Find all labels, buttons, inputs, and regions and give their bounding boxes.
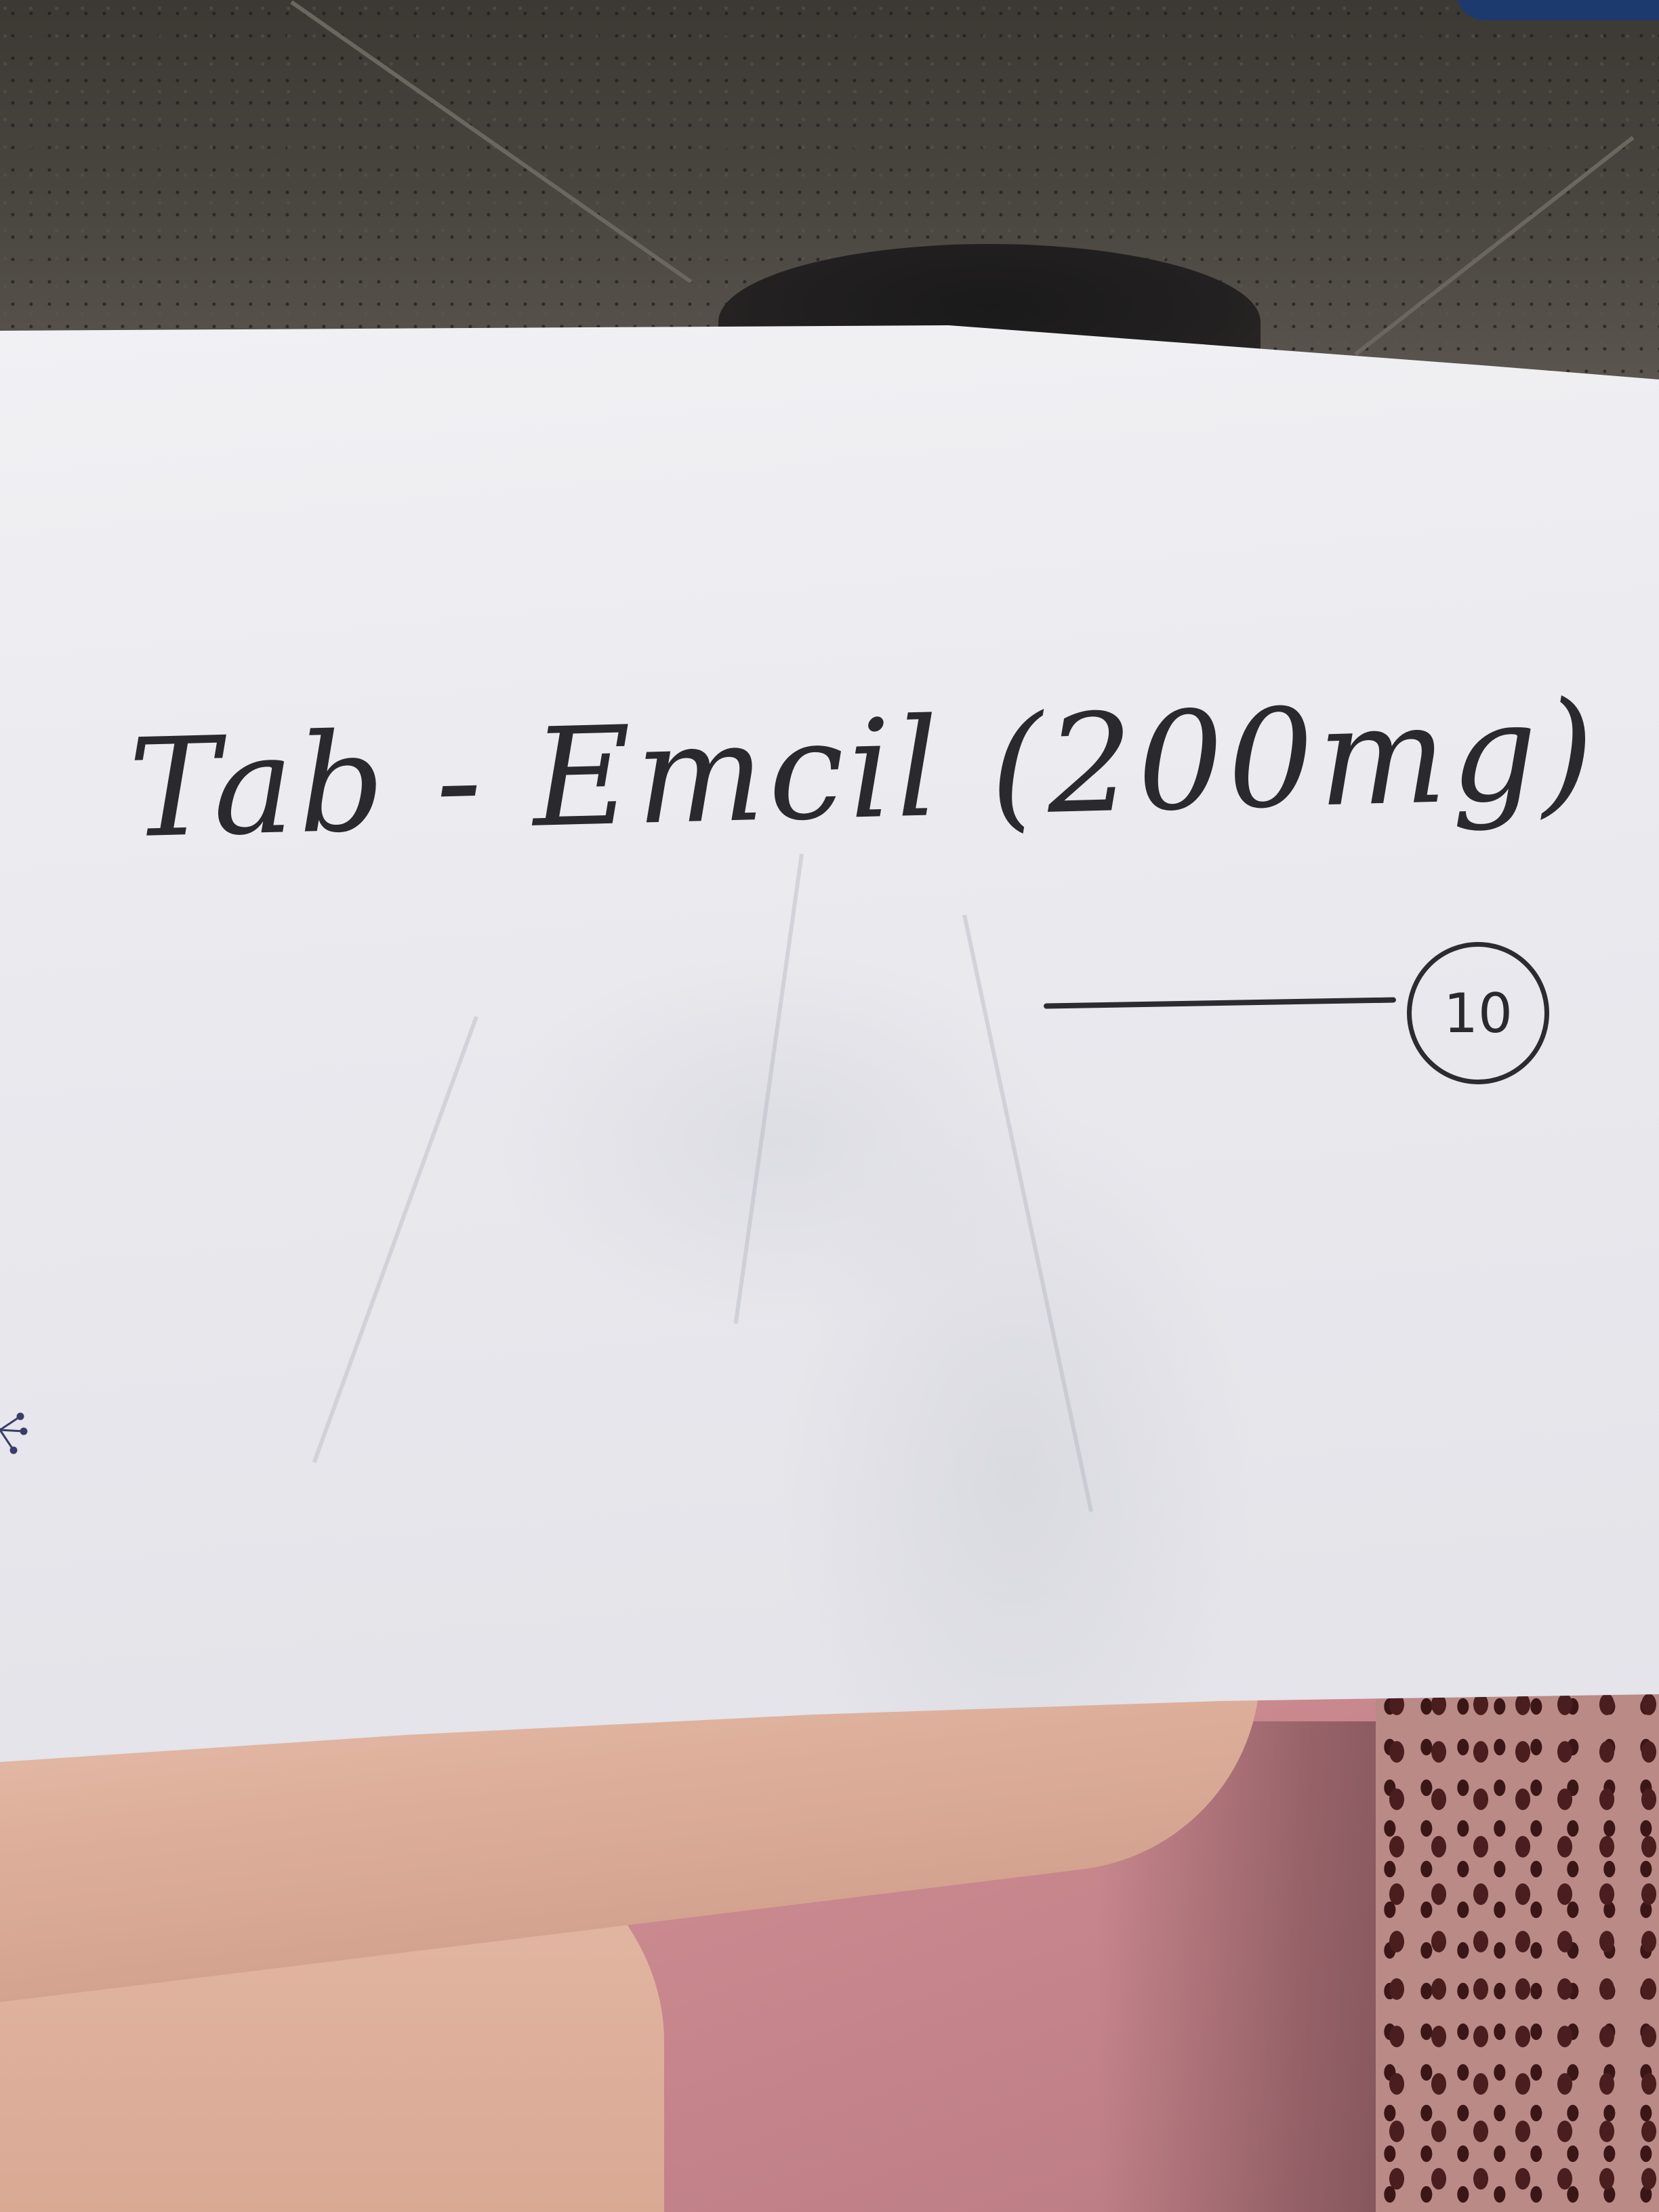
quantity-value: 10	[1443, 981, 1513, 1045]
blue-object	[1457, 0, 1659, 20]
photo-scene: Tab - Emcil (200mg) 10	[0, 0, 1659, 2212]
leopard-print-fabric	[1376, 1681, 1659, 2212]
dandelion-doodle	[0, 1412, 28, 1454]
circled-number-icon: 10	[1407, 942, 1549, 1084]
paper-note	[0, 325, 1659, 1762]
